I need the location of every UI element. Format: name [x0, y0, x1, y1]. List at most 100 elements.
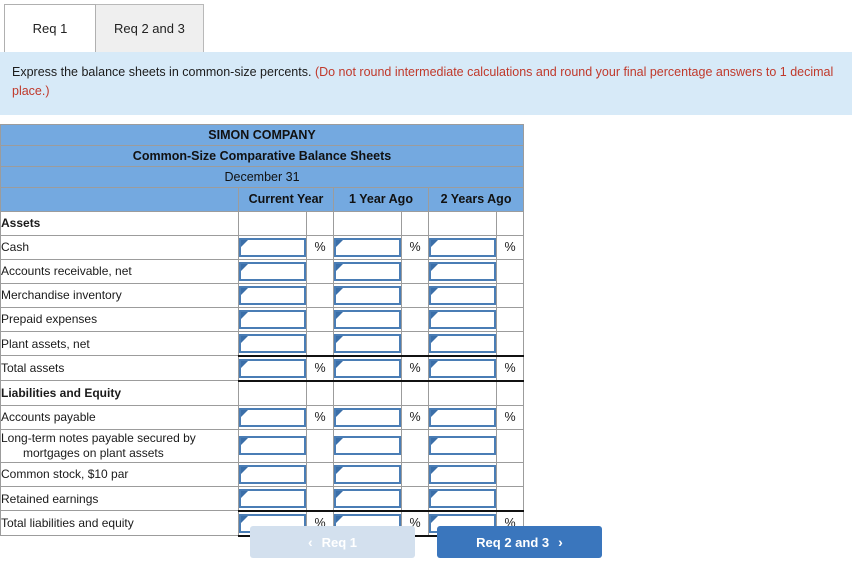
percent-input-field[interactable]	[239, 285, 306, 305]
column-header-spacer	[0, 186, 239, 212]
percent-input-field[interactable]	[334, 237, 401, 257]
percent-sign	[306, 428, 334, 463]
percent-input-field[interactable]	[429, 237, 496, 257]
tab-req-1-label: Req 1	[32, 21, 68, 36]
value-cell[interactable]	[333, 461, 402, 487]
value-cell[interactable]	[238, 428, 307, 463]
value-cell[interactable]	[333, 282, 402, 308]
percent-input-field[interactable]	[239, 237, 306, 257]
percent-input-field[interactable]	[239, 261, 306, 281]
percent-input-field[interactable]	[429, 333, 496, 353]
row-label: Liabilities and Equity	[0, 380, 239, 406]
value-cell[interactable]	[428, 485, 497, 512]
value-cell[interactable]	[428, 354, 497, 382]
chevron-left-icon: ‹	[307, 534, 313, 550]
row-label: Cash	[0, 234, 239, 260]
row-label: Plant assets, net	[0, 330, 239, 357]
percent-input-field[interactable]	[334, 407, 401, 427]
percent-input-field[interactable]	[429, 436, 496, 456]
percent-input-field[interactable]	[334, 261, 401, 281]
value-cell[interactable]	[238, 258, 307, 284]
percent-input-field[interactable]	[334, 464, 401, 484]
value-cell[interactable]	[333, 428, 402, 463]
percent-input-field[interactable]	[239, 488, 306, 508]
value-cell[interactable]	[238, 354, 307, 382]
value-cell[interactable]	[428, 404, 497, 430]
percent-sign	[401, 210, 429, 236]
percent-input-field[interactable]	[429, 261, 496, 281]
percent-sign	[495, 461, 525, 487]
value-cell[interactable]	[428, 428, 497, 463]
value-cell[interactable]	[333, 258, 402, 284]
value-cell[interactable]	[238, 485, 307, 512]
percent-sign	[495, 428, 525, 463]
table-row: Prepaid expenses	[0, 306, 525, 332]
tab-bar: Req 1 Req 2 and 3	[0, 0, 852, 52]
percent-input-field[interactable]	[429, 407, 496, 427]
tab-req-1[interactable]: Req 1	[4, 4, 96, 52]
next-req-2-and-3-button[interactable]: Req 2 and 3 ›	[437, 526, 602, 558]
percent-input-field[interactable]	[239, 407, 306, 427]
percent-input-field[interactable]	[239, 333, 306, 353]
value-cell[interactable]	[333, 485, 402, 512]
value-cell[interactable]	[333, 234, 402, 260]
balance-sheet-container: SIMON COMPANY Common-Size Comparative Ba…	[0, 115, 852, 537]
percent-sign: %	[306, 354, 334, 382]
row-label: Retained earnings	[0, 485, 239, 512]
value-cell[interactable]	[238, 306, 307, 332]
percent-input-field[interactable]	[334, 488, 401, 508]
percent-sign	[306, 461, 334, 487]
value-cell[interactable]	[428, 330, 497, 357]
tab-req-2-and-3[interactable]: Req 2 and 3	[95, 4, 204, 52]
value-cell[interactable]	[238, 282, 307, 308]
percent-sign	[306, 210, 334, 236]
percent-input-field[interactable]	[334, 358, 401, 378]
percent-input-field[interactable]	[429, 285, 496, 305]
percent-input-field[interactable]	[334, 333, 401, 353]
percent-input-field[interactable]	[239, 309, 306, 329]
percent-input-field[interactable]	[429, 309, 496, 329]
percent-sign	[495, 258, 525, 284]
row-label-line-2: mortgages on plant assets	[23, 445, 164, 460]
prev-button-label: Req 1	[321, 534, 358, 550]
percent-input-field[interactable]	[239, 358, 306, 378]
value-cell[interactable]	[238, 461, 307, 487]
percent-input-field[interactable]	[239, 436, 306, 456]
row-label: Long-term notes payable secured by mortga…	[0, 428, 239, 463]
value-cell[interactable]	[333, 306, 402, 332]
row-label: Common stock, $10 par	[0, 461, 239, 487]
value-cell[interactable]	[333, 354, 402, 382]
percent-input-field[interactable]	[429, 488, 496, 508]
value-cell[interactable]	[238, 404, 307, 430]
percent-input-field[interactable]	[429, 464, 496, 484]
common-size-balance-sheet-table: SIMON COMPANY Common-Size Comparative Ba…	[0, 123, 525, 537]
row-label-line-1: Long-term notes payable secured by	[1, 430, 196, 445]
value-cell	[238, 380, 307, 406]
percent-sign	[495, 306, 525, 332]
value-cell[interactable]	[428, 282, 497, 308]
value-cell[interactable]	[428, 234, 497, 260]
value-cell[interactable]	[238, 234, 307, 260]
percent-sign	[495, 330, 525, 357]
value-cell[interactable]	[428, 461, 497, 487]
percent-input-field[interactable]	[429, 358, 496, 378]
row-label: Accounts receivable, net	[0, 258, 239, 284]
column-header-current-year: Current Year	[238, 186, 334, 212]
value-cell[interactable]	[333, 404, 402, 430]
value-cell[interactable]	[428, 258, 497, 284]
percent-sign	[306, 282, 334, 308]
percent-sign	[401, 282, 429, 308]
statement-title: Common-Size Comparative Balance Sheets	[0, 144, 525, 167]
prev-req-1-button[interactable]: ‹ Req 1	[250, 526, 415, 558]
value-cell[interactable]	[333, 330, 402, 357]
percent-sign	[495, 485, 525, 512]
value-cell[interactable]	[238, 330, 307, 357]
percent-input-field[interactable]	[334, 309, 401, 329]
percent-sign	[401, 380, 429, 406]
table-row: Retained earnings	[0, 485, 525, 512]
percent-input-field[interactable]	[334, 285, 401, 305]
percent-input-field[interactable]	[239, 464, 306, 484]
percent-sign	[306, 330, 334, 357]
value-cell[interactable]	[428, 306, 497, 332]
percent-input-field[interactable]	[334, 436, 401, 456]
